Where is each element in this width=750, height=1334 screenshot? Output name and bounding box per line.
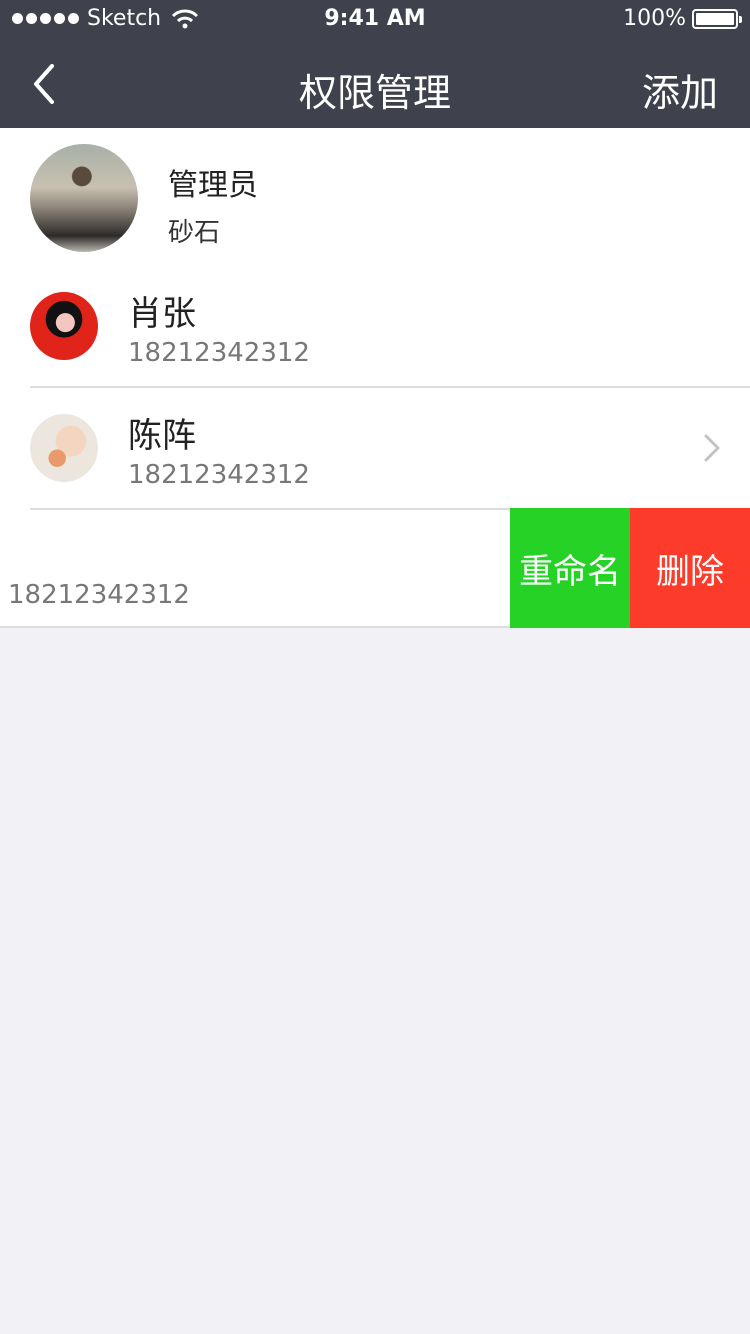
add-button[interactable]: 添加 — [642, 62, 718, 117]
list-item[interactable]: 陈阵 18212342312 — [0, 388, 750, 510]
permission-list: 肖张 18212342312 陈阵 18212342312 1821234231… — [0, 128, 750, 628]
header: Sketch 9:41 AM 100% 权限管理 添加 — [0, 0, 750, 128]
delete-button[interactable]: 删除 — [630, 508, 750, 628]
avatar — [30, 292, 98, 360]
page-title: 权限管理 — [298, 71, 451, 115]
rename-button[interactable]: 重命名 — [510, 508, 630, 628]
battery-percent: 100% — [623, 6, 686, 31]
list-item[interactable]: 肖张 18212342312 — [0, 266, 750, 388]
admin-name: 砂石 — [168, 218, 221, 248]
user-name: 肖张 — [128, 294, 196, 334]
admin-row[interactable] — [0, 128, 750, 266]
admin-role: 管理员 — [168, 168, 258, 203]
avatar — [30, 144, 138, 252]
user-phone: 18212342312 — [128, 338, 310, 368]
status-right: 100% — [623, 6, 742, 31]
chevron-right-icon — [704, 434, 720, 462]
avatar — [30, 414, 98, 482]
battery-icon — [692, 8, 742, 29]
user-phone: 18212342312 — [8, 580, 190, 610]
divider — [0, 626, 510, 628]
user-name: 陈阵 — [128, 416, 196, 456]
status-bar: Sketch 9:41 AM 100% — [0, 0, 750, 40]
user-phone: 18212342312 — [128, 460, 310, 490]
